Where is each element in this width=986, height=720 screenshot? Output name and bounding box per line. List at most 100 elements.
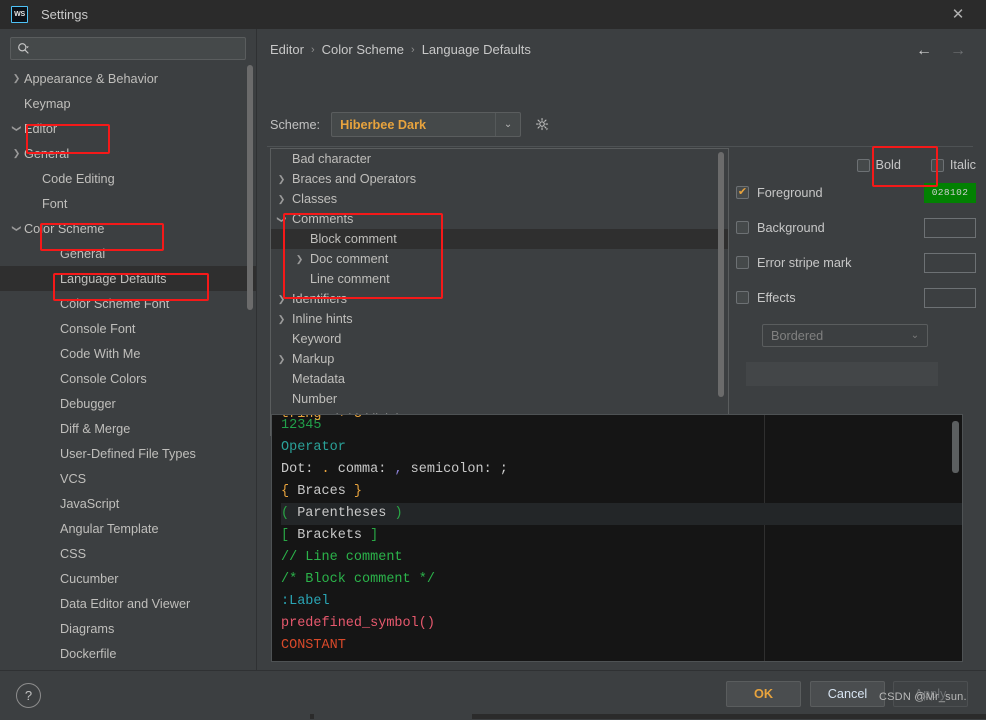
background-row: Background bbox=[736, 210, 976, 245]
chevron-right-icon[interactable]: ❯ bbox=[271, 294, 292, 305]
effects-color-swatch[interactable] bbox=[924, 287, 976, 308]
chevron-down-icon[interactable]: ⌄ bbox=[495, 113, 520, 136]
code-lines: tring" + 3 12345 Operator Dot: . comma: , s… bbox=[272, 415, 962, 657]
chevron-down-icon[interactable]: ❯ bbox=[276, 209, 287, 230]
scheme-tree-item-inline-hints[interactable]: ❯ Inline hints bbox=[271, 309, 728, 329]
close-icon[interactable]: ✕ bbox=[944, 0, 972, 29]
background-color-swatch[interactable] bbox=[924, 217, 976, 238]
code-token: Brackets bbox=[289, 528, 371, 543]
forward-arrow-icon[interactable]: → bbox=[950, 43, 966, 59]
code-token: predefined_symbol() bbox=[281, 616, 435, 631]
scheme-tree-item-comments[interactable]: ❯ Comments bbox=[271, 209, 728, 229]
breadcrumb-item[interactable]: Editor bbox=[270, 42, 304, 57]
sidebar-item-diagrams[interactable]: Diagrams bbox=[0, 616, 256, 641]
code-line: 12345 bbox=[281, 415, 962, 437]
code-token: } bbox=[353, 484, 363, 499]
error-stripe-checkbox[interactable] bbox=[736, 256, 749, 269]
chevron-right-icon[interactable]: ❯ bbox=[271, 174, 292, 185]
sidebar-item-css[interactable]: CSS bbox=[0, 541, 256, 566]
scheme-tree-item-bad-character[interactable]: Bad character bbox=[271, 149, 728, 169]
foreground-color-swatch[interactable]: 028102 bbox=[924, 182, 976, 203]
breadcrumb-item[interactable]: Language Defaults bbox=[422, 42, 531, 57]
sidebar-item-color-scheme-font[interactable]: Color Scheme Font bbox=[0, 291, 256, 316]
effects-checkbox[interactable] bbox=[736, 291, 749, 304]
scheme-tree-item-label: Metadata bbox=[292, 372, 345, 386]
scheme-selected-value: Hiberbee Dark bbox=[340, 117, 427, 132]
scheme-tree-item-line-comment[interactable]: Line comment bbox=[271, 269, 728, 289]
back-arrow-icon[interactable]: ← bbox=[916, 43, 932, 59]
code-token: { bbox=[281, 484, 290, 499]
sidebar-item-keymap[interactable]: Keymap bbox=[0, 91, 256, 116]
scheme-tree-item-metadata[interactable]: Metadata bbox=[271, 369, 728, 389]
sidebar-item-label: General bbox=[24, 146, 70, 161]
sidebar-scrollbar[interactable] bbox=[247, 65, 253, 310]
sidebar-item-code-with-me[interactable]: Code With Me bbox=[0, 341, 256, 366]
code-line: // Line comment bbox=[281, 547, 962, 569]
scheme-tree-listbox[interactable]: Bad character ❯ Braces and Operators ❯ Class… bbox=[270, 148, 729, 436]
scheme-tree-item-keyword[interactable]: Keyword bbox=[271, 329, 728, 349]
sidebar-item-general[interactable]: ❯ General bbox=[0, 141, 256, 166]
breadcrumb-item[interactable]: Color Scheme bbox=[322, 42, 404, 57]
content-divider bbox=[267, 146, 973, 147]
chevron-right-icon[interactable]: ❯ bbox=[10, 148, 23, 159]
sidebar-item-appearance-behavior[interactable]: ❯ Appearance & Behavior bbox=[0, 66, 256, 91]
italic-checkbox[interactable] bbox=[930, 158, 944, 172]
scheme-tree-item-identifiers[interactable]: ❯ Identifiers bbox=[271, 289, 728, 309]
sidebar-item-angular-template[interactable]: Angular Template bbox=[0, 516, 256, 541]
sidebar-item-dockerfile[interactable]: Dockerfile bbox=[0, 641, 256, 666]
cancel-button[interactable]: Cancel bbox=[810, 681, 885, 707]
help-button[interactable]: ? bbox=[16, 683, 41, 708]
chevron-down-icon[interactable]: ⌄ bbox=[903, 330, 927, 341]
search-input[interactable] bbox=[34, 40, 239, 57]
effects-label: Effects bbox=[757, 290, 796, 305]
scheme-tree-item-label: Bad character bbox=[292, 152, 371, 166]
sidebar-item-language-defaults[interactable]: Language Defaults bbox=[0, 266, 256, 291]
sidebar-item-code-editing[interactable]: Code Editing bbox=[0, 166, 256, 191]
foreground-row: ✔ Foreground 028102 bbox=[736, 175, 976, 210]
code-line: predefined_symbol() bbox=[281, 613, 962, 635]
scheme-tree-item-doc-comment[interactable]: ❯ Doc comment bbox=[271, 249, 728, 269]
chevron-right-icon[interactable]: ❯ bbox=[271, 314, 292, 325]
sidebar-item-font[interactable]: Font bbox=[0, 191, 256, 216]
gear-icon[interactable] bbox=[535, 117, 550, 132]
background-checkbox[interactable] bbox=[736, 221, 749, 234]
chevron-right-icon[interactable]: ❯ bbox=[271, 354, 292, 365]
chevron-right-icon[interactable]: ❯ bbox=[10, 73, 23, 84]
chevron-right-icon[interactable]: ❯ bbox=[271, 194, 292, 205]
error-stripe-color-swatch[interactable] bbox=[924, 252, 976, 273]
scheme-tree-item-label: Keyword bbox=[292, 332, 342, 346]
bold-checkbox[interactable] bbox=[856, 158, 870, 172]
chevron-down-icon[interactable]: ❯ bbox=[11, 122, 22, 135]
scheme-select[interactable]: Hiberbee Dark ⌄ bbox=[331, 112, 522, 137]
sidebar-item-diff-merge[interactable]: Diff & Merge bbox=[0, 416, 256, 441]
sidebar-item-console-colors[interactable]: Console Colors bbox=[0, 366, 256, 391]
search-box[interactable] bbox=[10, 37, 246, 60]
scheme-tree-item-classes[interactable]: ❯ Classes bbox=[271, 189, 728, 209]
chevron-right-icon[interactable]: ❯ bbox=[289, 254, 310, 265]
scheme-tree-item-number[interactable]: Number bbox=[271, 389, 728, 409]
sidebar-item-data-editor-and-viewer[interactable]: Data Editor and Viewer bbox=[0, 591, 256, 616]
scheme-tree-scrollbar[interactable] bbox=[718, 152, 724, 397]
ok-button[interactable]: OK bbox=[726, 681, 801, 707]
scheme-tree-item-block-comment[interactable]: Block comment bbox=[271, 229, 728, 249]
sidebar-item-user-defined-file-types[interactable]: User-Defined File Types bbox=[0, 441, 256, 466]
sidebar-item-cucumber[interactable]: Cucumber bbox=[0, 566, 256, 591]
code-token: comma: bbox=[329, 462, 387, 477]
breadcrumb-separator: › bbox=[310, 43, 315, 56]
effect-type-select[interactable]: Bordered ⌄ bbox=[762, 324, 928, 347]
sidebar-item-javascript[interactable]: JavaScript bbox=[0, 491, 256, 516]
font-style-row: Bold Italic bbox=[736, 155, 976, 175]
sidebar-item-console-font[interactable]: Console Font bbox=[0, 316, 256, 341]
sidebar-item-editor[interactable]: ❯ Editor bbox=[0, 116, 256, 141]
sidebar-item-vcs[interactable]: VCS bbox=[0, 466, 256, 491]
sidebar-item-label: User-Defined File Types bbox=[60, 446, 196, 461]
webstorm-logo-icon: WS bbox=[11, 6, 28, 23]
sidebar-item-color-scheme[interactable]: ❯ Color Scheme bbox=[0, 216, 256, 241]
scheme-tree-item-braces-and-operators[interactable]: ❯ Braces and Operators bbox=[271, 169, 728, 189]
sidebar-item-debugger[interactable]: Debugger bbox=[0, 391, 256, 416]
scheme-tree-item-markup[interactable]: ❯ Markup bbox=[271, 349, 728, 369]
code-preview[interactable]: tring" + 3 12345 Operator Dot: . comma: , s… bbox=[271, 414, 963, 662]
foreground-checkbox[interactable]: ✔ bbox=[736, 186, 749, 199]
sidebar-item-general[interactable]: General bbox=[0, 241, 256, 266]
chevron-down-icon[interactable]: ❯ bbox=[11, 222, 22, 235]
